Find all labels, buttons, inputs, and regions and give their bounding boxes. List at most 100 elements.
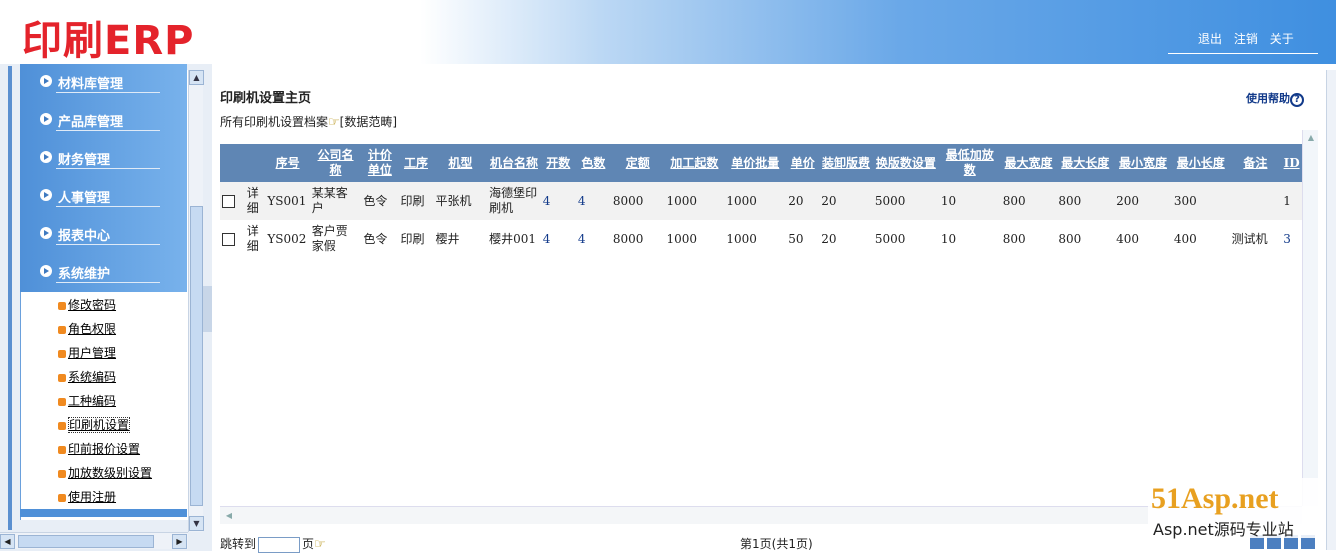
submenu-system-codes[interactable]: 系统编码 [58, 368, 116, 386]
col-min-length[interactable]: 最小长度 [1172, 144, 1230, 182]
sidebar-item-product[interactable]: 产品库管理 [20, 102, 187, 140]
col-plate-set[interactable]: 换版数设置 [873, 144, 939, 182]
col-plate-fee[interactable]: 装卸版费 [819, 144, 873, 182]
page-title: 印刷机设置主页 [220, 91, 312, 106]
sidebar-footer [20, 509, 187, 517]
table-row: 详细 YS002 客户贾家假 色令 印刷 樱井 樱井001 4 4 8000 1… [220, 220, 1302, 258]
sidebar-item-hr[interactable]: 人事管理 [20, 178, 187, 216]
col-note[interactable]: 备注 [1230, 144, 1282, 182]
col-kai[interactable]: 开数 [541, 144, 576, 182]
sidebar-item-reports[interactable]: 报表中心 [20, 216, 187, 254]
sidebar-item-label: 人事管理 [58, 191, 111, 206]
bullet-icon [58, 493, 66, 502]
col-max-length[interactable]: 最大长度 [1056, 144, 1114, 182]
submenu-overrun-levels[interactable]: 加放数级别设置 [58, 464, 152, 482]
col-process[interactable]: 工序 [398, 144, 433, 182]
table-vertical-scrollbar[interactable]: ▲ [1302, 130, 1318, 506]
arrow-circle-icon [40, 189, 52, 201]
submenu-prepress-quote[interactable]: 印前报价设置 [58, 440, 140, 458]
col-colors[interactable]: 色数 [576, 144, 611, 182]
bullet-icon [58, 301, 66, 310]
bullet-icon [58, 421, 66, 430]
table-header: 序号 公司名称 计价单位 工序 机型 机台名称 开数 色数 定额 加工起数 单价… [220, 144, 1302, 182]
logout-link[interactable]: 退出 [1198, 32, 1222, 46]
sidebar-item-label: 财务管理 [58, 153, 111, 168]
detail-link[interactable]: 详细 [245, 182, 266, 220]
col-price[interactable]: 单价 [786, 144, 819, 182]
page-jump: 跳转到 页☞ [220, 536, 326, 553]
sidebar-item-label: 报表中心 [58, 229, 111, 244]
col-id[interactable]: ID [1281, 144, 1302, 182]
arrow-circle-icon [40, 151, 52, 163]
sidebar-horizontal-scrollbar[interactable]: ◀ ▶ [0, 532, 188, 549]
bullet-icon [58, 445, 66, 454]
go-hand-icon[interactable]: ☞ [314, 537, 326, 552]
submenu-press-settings[interactable]: 印刷机设置 [58, 416, 131, 434]
page-vertical-scrollbar[interactable] [1326, 70, 1336, 550]
col-unit[interactable]: 计价单位 [361, 144, 398, 182]
sidebar-item-label: 产品库管理 [58, 115, 124, 130]
arrow-circle-icon [40, 227, 52, 239]
col-company[interactable]: 公司名称 [310, 144, 362, 182]
table-row: 详细 YS001 某某客户 色令 印刷 平张机 海德堡印刷机 4 4 8000 … [220, 182, 1302, 220]
bullet-icon [58, 397, 66, 406]
submenu-change-password[interactable]: 修改密码 [58, 296, 116, 314]
row-checkbox[interactable] [222, 194, 235, 208]
page-jump-input[interactable] [258, 536, 301, 553]
subtitle: 所有印刷机设置档案☞[数据范畴] [220, 115, 398, 130]
col-max-width[interactable]: 最大宽度 [1001, 144, 1057, 182]
frame-splitter[interactable] [203, 286, 212, 332]
scroll-thumb[interactable] [190, 206, 203, 506]
submenu-work-codes[interactable]: 工种编码 [58, 392, 116, 410]
bullet-icon [58, 373, 66, 382]
sidebar-item-material[interactable]: 材料库管理 [20, 64, 187, 102]
col-start-qty[interactable]: 加工起数 [665, 144, 725, 182]
col-seq[interactable]: 序号 [265, 144, 309, 182]
submenu-registration[interactable]: 使用注册 [58, 488, 116, 506]
submenu-role-permissions[interactable]: 角色权限 [58, 320, 116, 338]
bullet-icon [58, 469, 66, 478]
press-table: 序号 公司名称 计价单位 工序 机型 机台名称 开数 色数 定额 加工起数 单价… [220, 144, 1302, 258]
scroll-thumb[interactable] [18, 535, 154, 548]
about-link[interactable]: 关于 [1270, 32, 1294, 46]
col-min-width[interactable]: 最小宽度 [1114, 144, 1172, 182]
pointing-hand-icon: ☞ [328, 115, 340, 130]
col-batch[interactable]: 单价批量 [724, 144, 786, 182]
sidebar-item-finance[interactable]: 财务管理 [20, 140, 187, 178]
watermark: 51Asp.net Asp.net源码专业站 [1148, 478, 1320, 539]
submenu-user-management[interactable]: 用户管理 [58, 344, 116, 362]
left-accent-bar [8, 66, 12, 530]
arrow-circle-icon [40, 75, 52, 87]
press-table-container: 序号 公司名称 计价单位 工序 机型 机台名称 开数 色数 定额 加工起数 单价… [220, 144, 1302, 506]
detail-link[interactable]: 详细 [245, 220, 266, 258]
col-min-extra[interactable]: 最低加放数 [939, 144, 1001, 182]
top-links: 退出 注销 关于 [1168, 30, 1318, 54]
scroll-left-icon[interactable]: ◀ [0, 534, 15, 549]
scroll-right-icon[interactable]: ▶ [172, 534, 187, 549]
data-range-link[interactable]: [数据范畴] [340, 115, 397, 129]
header-bar: 印刷ERP 退出 注销 关于 [0, 0, 1336, 64]
col-machine[interactable]: 机台名称 [487, 144, 541, 182]
watermark-slogan: Asp.net源码专业站 [1153, 520, 1294, 539]
arrow-circle-icon [40, 265, 52, 277]
app-logo: 印刷ERP [22, 18, 195, 64]
bullet-icon [58, 325, 66, 334]
unregister-link[interactable]: 注销 [1234, 32, 1258, 46]
scroll-down-icon[interactable]: ▼ [189, 516, 204, 531]
watermark-brand: 51Asp.net [1151, 482, 1279, 515]
help-icon[interactable]: ? [1290, 93, 1304, 107]
scroll-up-icon[interactable]: ▲ [1303, 130, 1319, 146]
page-info: 第1页(共1页) [740, 537, 813, 551]
help-link[interactable]: 使用帮助? [1246, 90, 1304, 107]
sidebar-item-system[interactable]: 系统维护 [20, 254, 187, 292]
sidebar-item-label: 材料库管理 [58, 77, 124, 92]
col-model[interactable]: 机型 [434, 144, 488, 182]
table-horizontal-scrollbar[interactable]: ◀ [220, 506, 1302, 524]
scroll-left-icon[interactable]: ◀ [222, 509, 236, 523]
scroll-up-icon[interactable]: ▲ [189, 70, 204, 85]
col-quota[interactable]: 定额 [611, 144, 665, 182]
arrow-circle-icon [40, 113, 52, 125]
sidebar-vertical-scrollbar[interactable]: ▲ ▼ [188, 70, 204, 532]
row-checkbox[interactable] [222, 232, 235, 246]
bullet-icon [58, 349, 66, 358]
